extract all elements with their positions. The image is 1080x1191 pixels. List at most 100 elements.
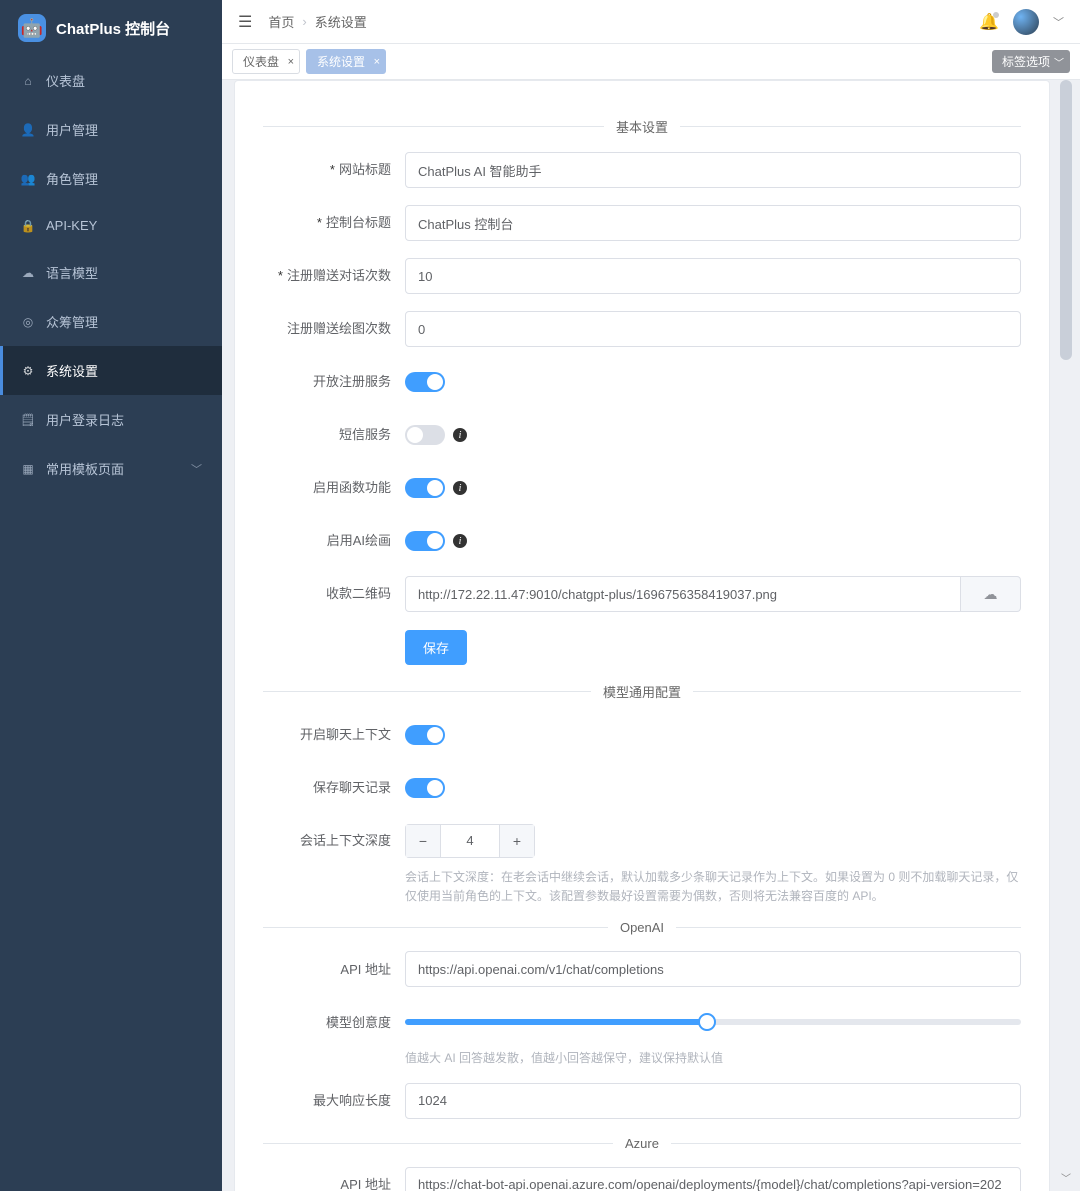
- upload-group: ☁: [405, 576, 1021, 612]
- sidebar-menu: ⌂ 仪表盘 👤 用户管理 👥角色管理 🔒 API-KEY ☁ 语言模型 ◎众筹管理 ⚙ 系…: [0, 56, 222, 493]
- sidebar-item-template-pages[interactable]: ▦ 常用模板页面 ﹀: [0, 444, 222, 493]
- sidebar-item-label: API-KEY: [46, 218, 97, 233]
- label-reg-img: 注册赠送绘图次数: [263, 321, 405, 337]
- tabs-bar: 仪表盘 × 系统设置 × 标签选项 ﹀: [222, 44, 1080, 80]
- breadcrumb-home[interactable]: 首页: [268, 12, 294, 31]
- close-icon[interactable]: ×: [288, 56, 294, 68]
- tab-label: 系统设置: [317, 55, 365, 69]
- gear-icon: ⚙: [20, 364, 36, 378]
- toggle-sms[interactable]: [405, 425, 445, 445]
- info-icon[interactable]: i: [453, 534, 467, 548]
- lock-icon: 🔒: [20, 219, 36, 233]
- slider-openai-temp[interactable]: [405, 1019, 1021, 1025]
- input-openai-api[interactable]: [405, 951, 1021, 987]
- tab-dashboard[interactable]: 仪表盘 ×: [232, 49, 300, 74]
- stepper-value[interactable]: 4: [440, 825, 500, 857]
- sidebar-item-login-log[interactable]: 🗒用户登录日志: [0, 395, 222, 444]
- sidebar-item-label: 系统设置: [46, 361, 98, 380]
- sidebar-item-label: 用户管理: [46, 120, 98, 139]
- context-depth-stepper: − 4 +: [405, 824, 535, 858]
- app-title: ChatPlus 控制台: [56, 18, 170, 39]
- chevron-down-icon: ﹀: [1054, 54, 1064, 69]
- main-content: 基本设置 网站标题 控制台标题 注册赠送对话次数 注册赠送绘图次数 开放注册服务…: [222, 80, 1050, 1191]
- sidebar-item-roles[interactable]: 👥角色管理: [0, 154, 222, 203]
- sidebar: ChatPlus 控制台 ⌂ 仪表盘 👤 用户管理 👥角色管理 🔒 API-KEY ☁…: [0, 0, 222, 1191]
- sidebar-item-label: 常用模板页面: [46, 459, 124, 478]
- topbar: ☰ 首页 › 系统设置 🔔 ﹀: [222, 0, 1080, 44]
- section-title: 基本设置: [263, 117, 1021, 136]
- label-save-history: 保存聊天记录: [263, 780, 405, 796]
- label-sms: 短信服务: [263, 427, 405, 443]
- close-icon[interactable]: ×: [374, 56, 380, 68]
- stepper-plus[interactable]: +: [500, 825, 534, 857]
- settings-card: 基本设置 网站标题 控制台标题 注册赠送对话次数 注册赠送绘图次数 开放注册服务…: [234, 80, 1050, 1191]
- input-reg-chat[interactable]: [405, 258, 1021, 294]
- cloud-icon: ☁: [20, 266, 36, 280]
- scroll-thumb[interactable]: [1060, 80, 1072, 360]
- label-func: 启用函数功能: [263, 480, 405, 496]
- app-logo-row: ChatPlus 控制台: [0, 0, 222, 56]
- cloud-upload-icon: ☁: [984, 586, 998, 603]
- chevron-right-icon: ›: [302, 14, 306, 29]
- stepper-minus[interactable]: −: [406, 825, 440, 857]
- label-site-title: 网站标题: [263, 162, 405, 178]
- sidebar-item-apikey[interactable]: 🔒 API-KEY: [0, 203, 222, 248]
- input-reg-img[interactable]: [405, 311, 1021, 347]
- section-title: 模型通用配置: [263, 682, 1021, 701]
- tab-options-button[interactable]: 标签选项 ﹀: [992, 50, 1070, 73]
- sidebar-item-dashboard[interactable]: ⌂ 仪表盘: [0, 56, 222, 105]
- tab-options-label: 标签选项: [1002, 55, 1050, 69]
- section-title: OpenAI: [263, 920, 1021, 935]
- toggle-context[interactable]: [405, 725, 445, 745]
- tab-system-settings[interactable]: 系统设置 ×: [306, 49, 386, 74]
- user-icon: 👤: [20, 123, 36, 137]
- upload-button[interactable]: ☁: [961, 576, 1021, 612]
- label-openai-max: 最大响应长度: [263, 1093, 405, 1109]
- input-console-title[interactable]: [405, 205, 1021, 241]
- bell-icon[interactable]: 🔔: [979, 12, 999, 32]
- sidebar-item-language-model[interactable]: ☁ 语言模型: [0, 248, 222, 297]
- help-text: 值越大 AI 回答越发散，值越小回答越保守，建议保持默认值: [405, 1049, 1021, 1068]
- toggle-save-history[interactable]: [405, 778, 445, 798]
- sidebar-item-label: 仪表盘: [46, 71, 85, 90]
- chevron-down-icon[interactable]: ﹀: [1061, 1170, 1071, 1185]
- label-openai-api: API 地址: [263, 962, 405, 978]
- menu-toggle-icon[interactable]: ☰: [238, 12, 252, 32]
- sidebar-item-system-settings[interactable]: ⚙ 系统设置: [0, 346, 222, 395]
- home-icon: ⌂: [20, 74, 36, 88]
- label-context: 开启聊天上下文: [263, 727, 405, 743]
- info-icon[interactable]: i: [453, 481, 467, 495]
- section-title: Azure: [263, 1136, 1021, 1151]
- toggle-ai-draw[interactable]: [405, 531, 445, 551]
- chevron-down-icon: ﹀: [191, 461, 202, 477]
- label-azure-api: API 地址: [263, 1177, 405, 1191]
- sidebar-item-label: 用户登录日志: [46, 410, 124, 429]
- breadcrumb-current: 系统设置: [315, 12, 367, 31]
- input-openai-max[interactable]: [405, 1083, 1021, 1119]
- scrollbar[interactable]: ﹀: [1052, 80, 1080, 1191]
- label-reg-chat: 注册赠送对话次数: [263, 268, 405, 284]
- input-azure-api[interactable]: [405, 1167, 1021, 1191]
- input-qrcode[interactable]: [405, 576, 961, 612]
- robot-icon: [18, 14, 46, 42]
- save-button[interactable]: 保存: [405, 630, 467, 665]
- label-ai-draw: 启用AI绘画: [263, 533, 405, 549]
- label-openai-temp: 模型创意度: [263, 1015, 405, 1031]
- toggle-func[interactable]: [405, 478, 445, 498]
- sidebar-item-label: 语言模型: [46, 263, 98, 282]
- sidebar-item-label: 角色管理: [46, 169, 98, 188]
- input-site-title[interactable]: [405, 152, 1021, 188]
- label-context-depth: 会话上下文深度: [263, 833, 405, 849]
- tab-label: 仪表盘: [243, 55, 279, 69]
- label-open-reg: 开放注册服务: [263, 374, 405, 390]
- toggle-open-reg[interactable]: [405, 372, 445, 392]
- avatar[interactable]: [1013, 9, 1039, 35]
- sidebar-item-crowdfunding[interactable]: ◎众筹管理: [0, 297, 222, 346]
- info-icon[interactable]: i: [453, 428, 467, 442]
- sidebar-item-users[interactable]: 👤 用户管理: [0, 105, 222, 154]
- chevron-down-icon[interactable]: ﹀: [1053, 14, 1064, 30]
- grid-icon: ▦: [20, 462, 36, 476]
- help-text: 会话上下文深度：在老会话中继续会话，默认加载多少条聊天记录作为上下文。如果设置为…: [405, 868, 1021, 906]
- slider-thumb[interactable]: [698, 1013, 716, 1031]
- sidebar-item-label: 众筹管理: [46, 312, 98, 331]
